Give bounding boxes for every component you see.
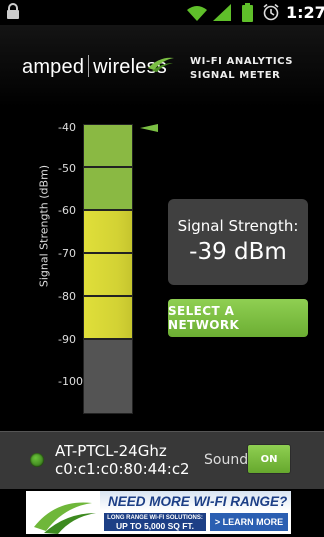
battery-icon <box>242 3 253 22</box>
signal-level-marker-icon <box>140 124 158 132</box>
alarm-icon <box>263 4 279 21</box>
meter-segment-strong <box>83 124 133 167</box>
meter-segment-strong <box>83 167 133 210</box>
ad-logo <box>26 491 100 534</box>
meter-segment-weak <box>83 339 133 414</box>
clock-time: 1:27 <box>286 3 324 22</box>
sound-label: Sound <box>204 452 249 468</box>
signal-strength-panel: Signal Strength: -39 dBm <box>168 199 308 285</box>
tick-label: -60 <box>58 204 76 217</box>
logo-divider <box>88 55 90 77</box>
tick-label: -100 <box>58 375 83 388</box>
sound-toggle[interactable]: ON <box>248 445 290 473</box>
cell-signal-icon <box>213 4 231 21</box>
brand-logo: amped wireless <box>22 55 167 79</box>
network-ssid: AT-PTCL-24Ghz <box>55 442 167 460</box>
ad-swoosh-icon <box>34 502 96 534</box>
signal-meter <box>83 124 133 414</box>
ad-headline: NEED MORE WI-FI RANGE? <box>108 494 288 509</box>
logo-amped-text: amped <box>22 56 85 78</box>
tick-label: -80 <box>58 290 76 303</box>
app-subtitle: WI-FI ANALYTICS SIGNAL METER <box>190 55 293 83</box>
meter-segment-medium <box>83 210 133 253</box>
network-mac-address: c0:c1:c0:80:44:c2 <box>55 460 190 478</box>
network-info-panel: AT-PTCL-24Ghz c0:c1:c0:80:44:c2 Sound ON <box>0 431 324 489</box>
network-status-led-icon <box>30 453 44 467</box>
ad-cta-arrow-icon: > <box>214 517 223 527</box>
signal-strength-label: Signal Strength: <box>177 217 299 235</box>
lock-icon <box>7 3 19 19</box>
subtitle-line-1: WI-FI ANALYTICS <box>190 56 294 67</box>
ad-subtext: LONG RANGE WI-FI SOLUTIONS: UP TO 5,000 … <box>104 513 206 531</box>
signal-strength-value: -39 dBm <box>189 239 287 265</box>
tick-label: -50 <box>58 162 76 175</box>
ad-subtext-line-2: UP TO 5,000 SQ FT. <box>115 521 195 531</box>
ad-banner[interactable]: NEED MORE WI-FI RANGE? LONG RANGE WI-FI … <box>26 491 291 534</box>
select-network-button[interactable]: SELECT A NETWORK <box>168 299 308 337</box>
subtitle-line-2: SIGNAL METER <box>190 70 281 81</box>
meter-segment-medium <box>83 296 133 339</box>
meter-axis-label: Signal Strength (dBm) <box>37 164 51 288</box>
tick-label: -70 <box>58 247 76 260</box>
tick-label: -40 <box>58 121 76 134</box>
meter-segment-medium <box>83 253 133 296</box>
ad-cta-label: LEARN MORE <box>222 517 284 527</box>
ad-learn-more-button[interactable]: > LEARN MORE <box>210 513 288 531</box>
wifi-icon <box>187 6 207 21</box>
status-bar: 1:27 <box>0 0 324 26</box>
logo-swoosh-icon <box>148 57 174 72</box>
tick-label: -90 <box>58 333 76 346</box>
